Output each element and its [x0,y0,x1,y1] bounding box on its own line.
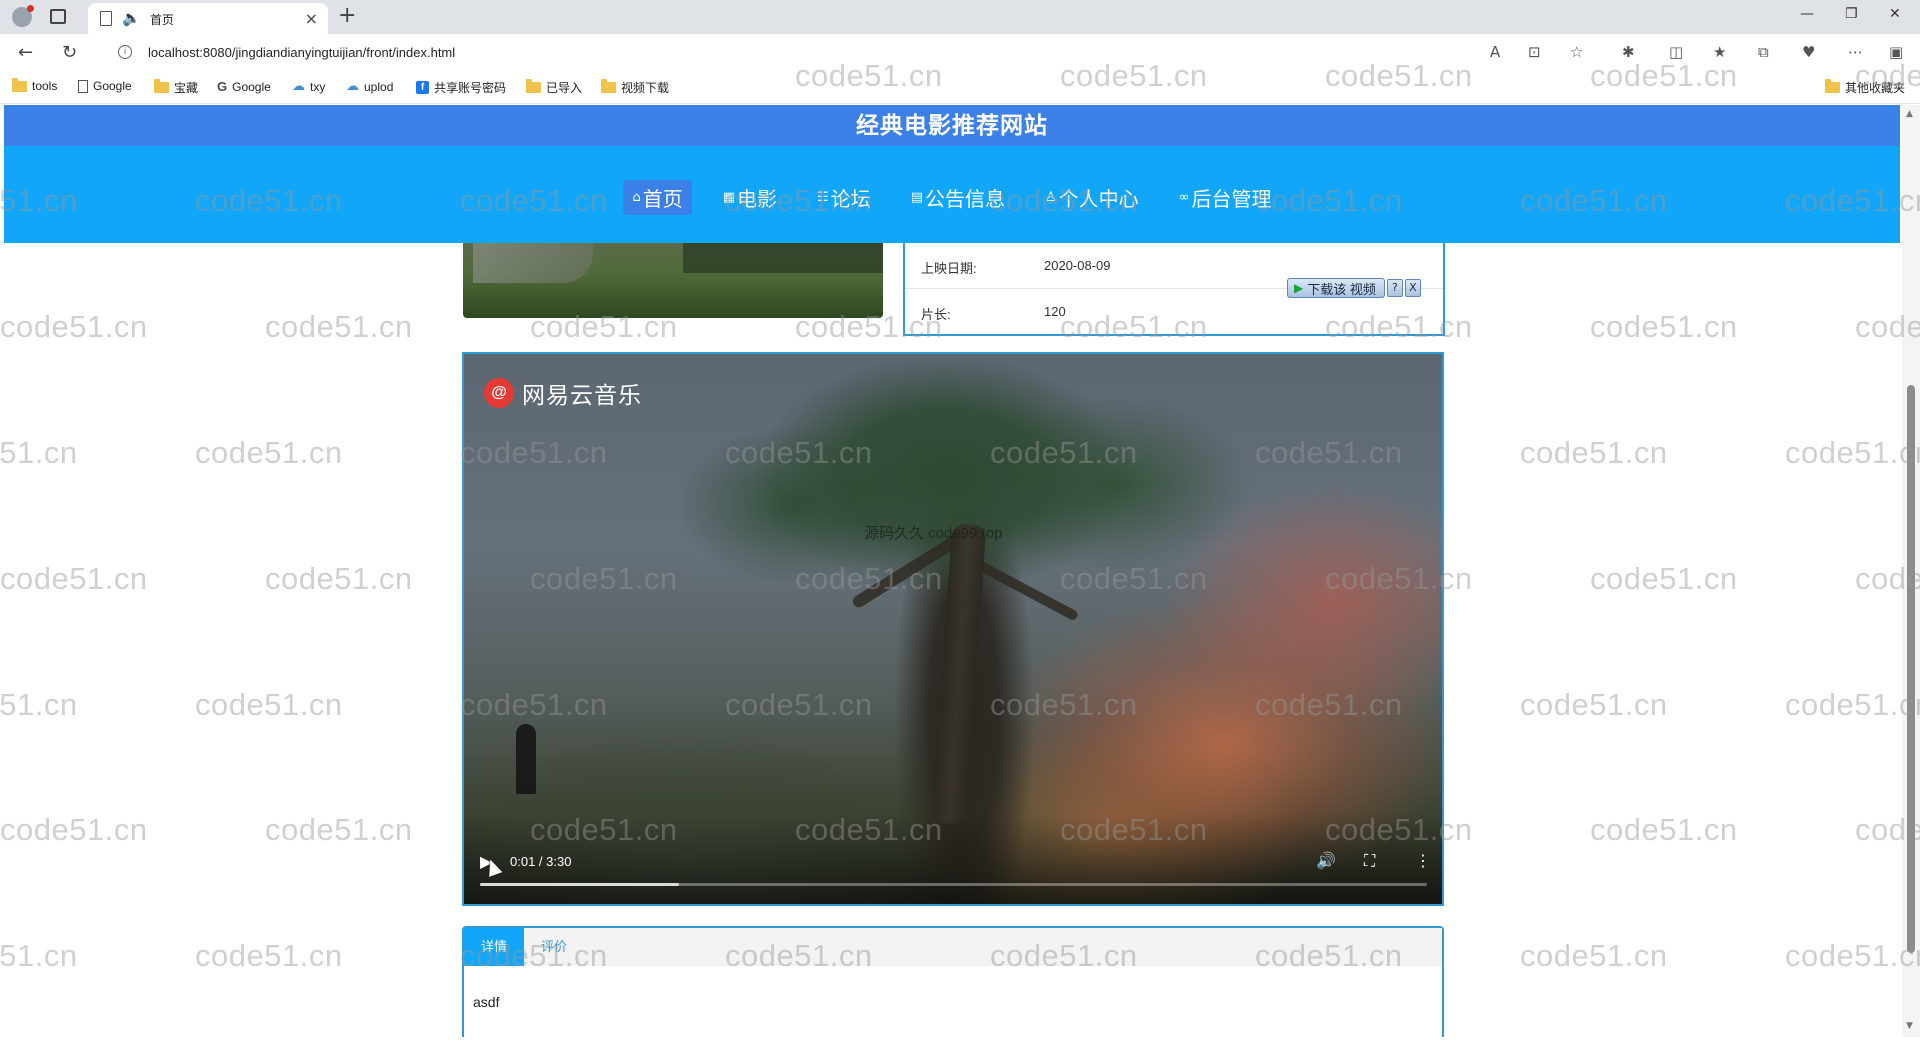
play-triangle-icon: ▶ [1294,281,1304,295]
bookmark-tools[interactable]: tools [12,77,57,93]
site-header: 经典电影推荐网站 ⌂ 首页 ▦ 电影 ☷ 论坛 ▤ 公告信息 ♙ 个人中心 ∞ 后台管理 [4,105,1900,243]
workspaces-icon[interactable] [50,9,66,24]
restore-button[interactable]: ❐ [1845,6,1858,22]
browser-tab-bar: 🔈 首页 × + — ❐ ✕ [0,0,1920,34]
cloud-icon: ☁ [292,79,305,94]
nav-forum[interactable]: ☷ 论坛 [808,180,880,215]
download-video-button[interactable]: ▶ 下载该 视频 [1287,278,1385,298]
video-buffered [480,883,679,886]
video-logo: @ 网易云音乐 [484,376,642,410]
bookmark-google[interactable]: G Google [217,79,271,94]
nav-notices[interactable]: ▤ 公告信息 [902,180,1014,215]
more-options-icon[interactable]: ⋮ [1415,851,1431,870]
video-player[interactable]: @ 网易云音乐 源码久久 code99.top ▶ 0:01 / 3:30 🔊 … [462,352,1444,906]
video-controls-shade [464,814,1442,904]
split-screen-icon[interactable]: ◫ [1669,43,1683,61]
scrollbar-thumb[interactable] [1907,385,1915,953]
volume-icon[interactable]: 🔊 [1316,851,1336,870]
video-time: 0:01 / 3:30 [510,854,572,869]
bookmark-google-page[interactable]: Google [78,79,132,93]
download-widget: ▶ 下载该 视频 ? X [1287,277,1447,299]
site-title-bar: 经典电影推荐网站 [4,105,1900,146]
speaker-icon[interactable]: 🔈 [122,9,141,27]
folder-icon [1825,79,1840,93]
video-progress-bar[interactable] [480,883,1427,886]
refresh-button[interactable]: ↻ [62,42,77,63]
bookmark-imported[interactable]: 已导入 [526,79,582,96]
upload-cloud-icon: ☁ [346,79,359,94]
nav-movies[interactable]: ▦ 电影 [714,180,786,215]
person-silhouette [516,724,536,794]
length-value: 120 [1044,304,1066,319]
minimize-button[interactable]: — [1800,6,1814,22]
folder-icon [154,79,169,93]
link-icon: ∞ [1178,190,1190,205]
site-info-icon[interactable]: i [118,45,132,59]
browser-tab[interactable]: 🔈 首页 × [88,3,328,34]
page-icon [100,11,112,26]
browser-essentials-icon[interactable]: ♥ [1802,43,1815,61]
page-scrollbar[interactable]: ▲ ▼ [1902,105,1920,1037]
tab-title: 首页 [150,13,175,27]
bookmarks-bar: tools Google 宝藏 G Google ☁ txy ☁ uplod f 共享账… [0,70,1920,104]
movie-poster [463,243,883,318]
release-value: 2020-08-09 [1044,258,1111,273]
favorites-icon[interactable]: ★ [1713,43,1726,61]
home-icon: ⌂ [632,190,641,205]
read-aloud-icon[interactable]: A [1490,43,1500,61]
facebook-icon: f [416,81,429,94]
close-window-button[interactable]: ✕ [1889,6,1901,22]
media-icon[interactable]: ⊡ [1528,43,1541,61]
bookmark-other-favorites[interactable]: 其他收藏夹 [1825,79,1905,96]
nav-home[interactable]: ⌂ 首页 [623,180,692,215]
bookmark-uplod[interactable]: ☁ uplod [346,79,393,94]
fullscreen-icon[interactable]: ⛶ [1364,851,1375,871]
address-bar-row: ← ↻ i localhost:8080/jingdiandianyingtui… [0,34,1920,70]
google-icon: G [217,79,228,94]
video-logo-text: 网易云音乐 [522,382,642,408]
folder-icon [601,79,616,93]
notice-icon: ▤ [910,190,923,205]
url-field[interactable]: localhost:8080/jingdiandianyingtuijian/f… [148,45,455,60]
page-viewport: 经典电影推荐网站 ⌂ 首页 ▦ 电影 ☷ 论坛 ▤ 公告信息 ♙ 个人中心 ∞ 后台管理 上… [4,105,1900,1037]
release-label: 上映日期: [921,261,977,276]
detail-tabs-panel: 详情 评价 asdf [462,926,1444,1037]
film-icon: ▦ [722,190,736,205]
user-icon: ♙ [1045,190,1057,205]
folder-icon [12,77,27,92]
new-tab-button[interactable]: + [338,3,356,28]
extensions-icon[interactable]: ✱ [1622,43,1635,61]
forum-icon: ☷ [817,190,829,205]
main-nav: ⌂ 首页 ▦ 电影 ☷ 论坛 ▤ 公告信息 ♙ 个人中心 ∞ 后台管理 [4,146,1900,243]
video-overlay-text: 源码久久 code99.top [864,525,1003,542]
tab-details[interactable]: 详情 [464,928,525,966]
tabs-header: 详情 评价 [464,928,1442,966]
folder-icon [526,79,541,93]
download-help-button[interactable]: ? [1386,279,1403,297]
collections-icon[interactable]: ⧉ [1758,43,1769,61]
bookmark-treasure[interactable]: 宝藏 [154,79,198,96]
site-title: 经典电影推荐网站 [856,112,1048,138]
back-button[interactable]: ← [18,42,33,63]
scroll-down-icon[interactable]: ▼ [1906,1021,1913,1031]
tab-reviews[interactable]: 评价 [524,928,584,966]
nav-admin[interactable]: ∞ 后台管理 [1170,180,1281,215]
sidebar-toggle-icon[interactable]: ▣ [1889,43,1903,61]
bookmark-video-download[interactable]: 视频下载 [601,79,669,96]
close-tab-icon[interactable]: × [305,9,318,28]
length-label: 片长: [921,307,951,322]
favorite-star-icon[interactable]: ☆ [1570,43,1583,61]
download-close-button[interactable]: X [1404,279,1421,297]
nav-profile[interactable]: ♙ 个人中心 [1036,180,1148,215]
tab-content: asdf [473,994,500,1010]
more-menu-icon[interactable]: ⋯ [1848,43,1863,61]
netease-music-icon: @ [484,378,514,408]
scroll-up-icon[interactable]: ▲ [1906,109,1913,119]
bookmark-shared-accounts[interactable]: f 共享账号密码 [416,79,506,96]
bookmark-txy[interactable]: ☁ txy [292,79,325,94]
page-icon [78,79,88,93]
profile-avatar-icon[interactable] [12,5,34,27]
